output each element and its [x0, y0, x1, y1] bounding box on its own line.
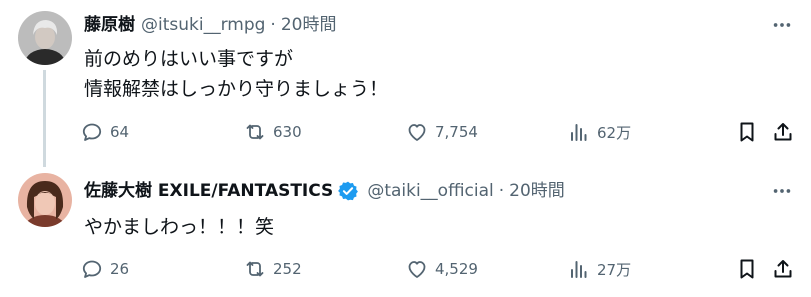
thread-line	[43, 70, 46, 167]
tweet-text: やかましわっ！！！笑	[84, 212, 274, 242]
views-button[interactable]: 62万	[567, 119, 631, 145]
tweet[interactable]: 藤原樹 @itsuki__rmpg · 20時間 前のめりはいい事ですが 情報解…	[0, 0, 811, 167]
views-count: 62万	[597, 123, 632, 142]
display-name[interactable]: 藤原樹	[84, 12, 135, 38]
share-icon	[774, 123, 792, 141]
avatar-image	[18, 173, 72, 227]
heart-icon	[408, 124, 426, 141]
retweet-button[interactable]: 630	[243, 119, 302, 145]
tweet-header: 佐藤大樹 EXILE/FANTASTICS @taiki__official ·…	[84, 178, 565, 204]
timestamp[interactable]: 20時間	[281, 12, 337, 38]
bookmark-icon	[740, 259, 754, 279]
tweet-text-line: 情報解禁はしっかり守りましょう！	[84, 78, 389, 100]
more-icon[interactable]	[769, 12, 795, 38]
reply-button[interactable]: 26	[80, 256, 129, 282]
reply-icon	[82, 123, 102, 141]
display-name[interactable]: 佐藤大樹 EXILE/FANTASTICS	[84, 178, 333, 204]
verified-badge-icon[interactable]	[337, 180, 359, 202]
tweet-text: 前のめりはいい事ですが 情報解禁はしっかり守りましょう！	[84, 44, 388, 104]
separator-dot: ·	[270, 15, 276, 35]
reply-count: 26	[110, 260, 130, 278]
like-button[interactable]: 4,529	[405, 256, 478, 282]
views-icon	[571, 124, 587, 141]
views-icon	[571, 261, 587, 278]
bookmark-button[interactable]	[735, 119, 759, 145]
reply-button[interactable]: 64	[80, 119, 129, 145]
tweet[interactable]: 佐藤大樹 EXILE/FANTASTICS @taiki__official ·…	[0, 160, 811, 297]
like-count: 7,754	[435, 123, 478, 141]
tweet-text-line: 前のめりはいい事ですが	[84, 48, 294, 70]
retweet-count: 630	[273, 123, 302, 141]
action-bar: 64 630 7,754 62万	[80, 119, 795, 145]
separator-dot: ·	[498, 181, 505, 201]
share-icon	[774, 260, 792, 278]
avatar[interactable]	[18, 11, 72, 65]
share-button[interactable]	[771, 256, 795, 282]
avatar-image	[18, 11, 72, 65]
more-icon[interactable]	[769, 178, 795, 204]
share-button[interactable]	[771, 119, 795, 145]
avatar[interactable]	[18, 173, 72, 227]
reply-icon	[82, 260, 102, 278]
timestamp[interactable]: 20時間	[509, 178, 565, 204]
retweet-count: 252	[273, 260, 302, 278]
user-handle[interactable]: @itsuki__rmpg	[141, 12, 265, 38]
tweet-header: 藤原樹 @itsuki__rmpg · 20時間	[84, 12, 336, 38]
retweet-icon	[246, 124, 264, 140]
user-handle[interactable]: @taiki__official	[367, 178, 493, 204]
bookmark-icon	[740, 122, 754, 142]
bookmark-button[interactable]	[735, 256, 759, 282]
tweet-text-line: やかましわっ！！！笑	[84, 216, 275, 238]
views-count: 27万	[597, 260, 632, 279]
action-bar: 26 252 4,529 27万	[80, 256, 795, 282]
like-button[interactable]: 7,754	[405, 119, 478, 145]
reply-count: 64	[110, 123, 130, 141]
like-count: 4,529	[435, 260, 478, 278]
views-button[interactable]: 27万	[567, 256, 631, 282]
heart-icon	[408, 261, 426, 278]
retweet-button[interactable]: 252	[243, 256, 302, 282]
retweet-icon	[246, 261, 264, 277]
